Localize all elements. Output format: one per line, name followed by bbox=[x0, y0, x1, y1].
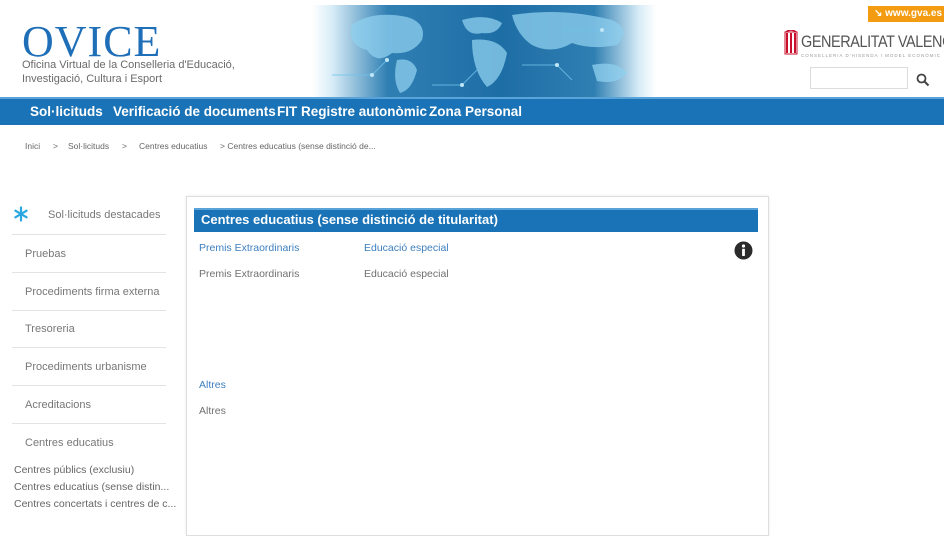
category-heading-educacio-especial: Educació especial bbox=[364, 242, 449, 254]
breadcrumb-current: > Centres educatius (sense distinció de.… bbox=[220, 141, 376, 151]
sidebar-divider bbox=[12, 347, 166, 348]
breadcrumb-separator: > bbox=[53, 141, 58, 151]
breadcrumb-centres-educatius[interactable]: Centres educatius bbox=[139, 141, 208, 151]
nav-zona-personal[interactable]: Zona Personal bbox=[429, 104, 522, 119]
category-link-premis[interactable]: Premis Extraordinaris bbox=[199, 268, 299, 280]
generalitat-emblem-icon bbox=[783, 29, 799, 60]
nav-verificacio[interactable]: Verificació de documents bbox=[113, 104, 276, 119]
info-icon[interactable] bbox=[734, 241, 753, 260]
sidebar-item-acreditacions[interactable]: Acreditacions bbox=[25, 399, 91, 411]
breadcrumb-separator: > bbox=[122, 141, 127, 151]
sidebar-subitem-sense-distincio[interactable]: Centres educatius (sense distin... bbox=[14, 481, 169, 493]
search-icon[interactable] bbox=[912, 70, 934, 90]
breadcrumb-solicituds[interactable]: Sol·licituds bbox=[68, 141, 109, 151]
sidebar-item-urbanisme[interactable]: Procediments urbanisme bbox=[25, 361, 147, 373]
breadcrumb-home[interactable]: Inici bbox=[25, 141, 40, 151]
nav-fit-registre[interactable]: FIT Registre autonòmic bbox=[277, 104, 427, 119]
asterisk-icon bbox=[13, 206, 29, 222]
generalitat-name: GENERALITAT VALENCIANA bbox=[801, 32, 944, 51]
category-heading-altres: Altres bbox=[199, 379, 226, 391]
page-title: Centres educatius (sense distinció de ti… bbox=[201, 212, 498, 227]
world-map-banner bbox=[312, 5, 656, 97]
logo-subtitle: Oficina Virtual de la Conselleria d'Educ… bbox=[22, 59, 235, 85]
sidebar-item-firma-externa[interactable]: Procediments firma externa bbox=[25, 286, 160, 298]
category-heading-premis: Premis Extraordinaris bbox=[199, 242, 300, 254]
generalitat-subtitle: CONSELLERIA D'HISENDA I MODEL ECONÒMIC bbox=[801, 53, 941, 58]
sidebar-divider bbox=[12, 310, 166, 311]
nav-solicituds[interactable]: Sol·licituds bbox=[30, 104, 103, 119]
sidebar-divider bbox=[12, 423, 166, 424]
sidebar-featured[interactable]: Sol·licituds destacades bbox=[48, 209, 161, 221]
sidebar-item-pruebas[interactable]: Pruebas bbox=[25, 248, 66, 260]
sidebar-item-tresoreria[interactable]: Tresoreria bbox=[25, 323, 75, 335]
ovice-logo[interactable]: OVICE bbox=[22, 20, 161, 64]
sidebar-subitem-centres-publics[interactable]: Centres públics (exclusiu) bbox=[14, 464, 134, 476]
sidebar-subitem-concertats[interactable]: Centres concertats i centres de c... bbox=[14, 498, 176, 510]
sidebar-divider bbox=[12, 272, 166, 273]
category-link-educacio-especial[interactable]: Educació especial bbox=[364, 268, 449, 280]
search-input[interactable] bbox=[810, 67, 908, 89]
world-map-graphic bbox=[332, 11, 627, 93]
sidebar-item-centres-educatius[interactable]: Centres educatius bbox=[25, 437, 114, 449]
category-link-altres[interactable]: Altres bbox=[199, 405, 226, 417]
sidebar-divider bbox=[12, 385, 166, 386]
sidebar-divider bbox=[12, 234, 166, 235]
gva-link[interactable]: ↘ www.gva.es bbox=[868, 6, 944, 22]
